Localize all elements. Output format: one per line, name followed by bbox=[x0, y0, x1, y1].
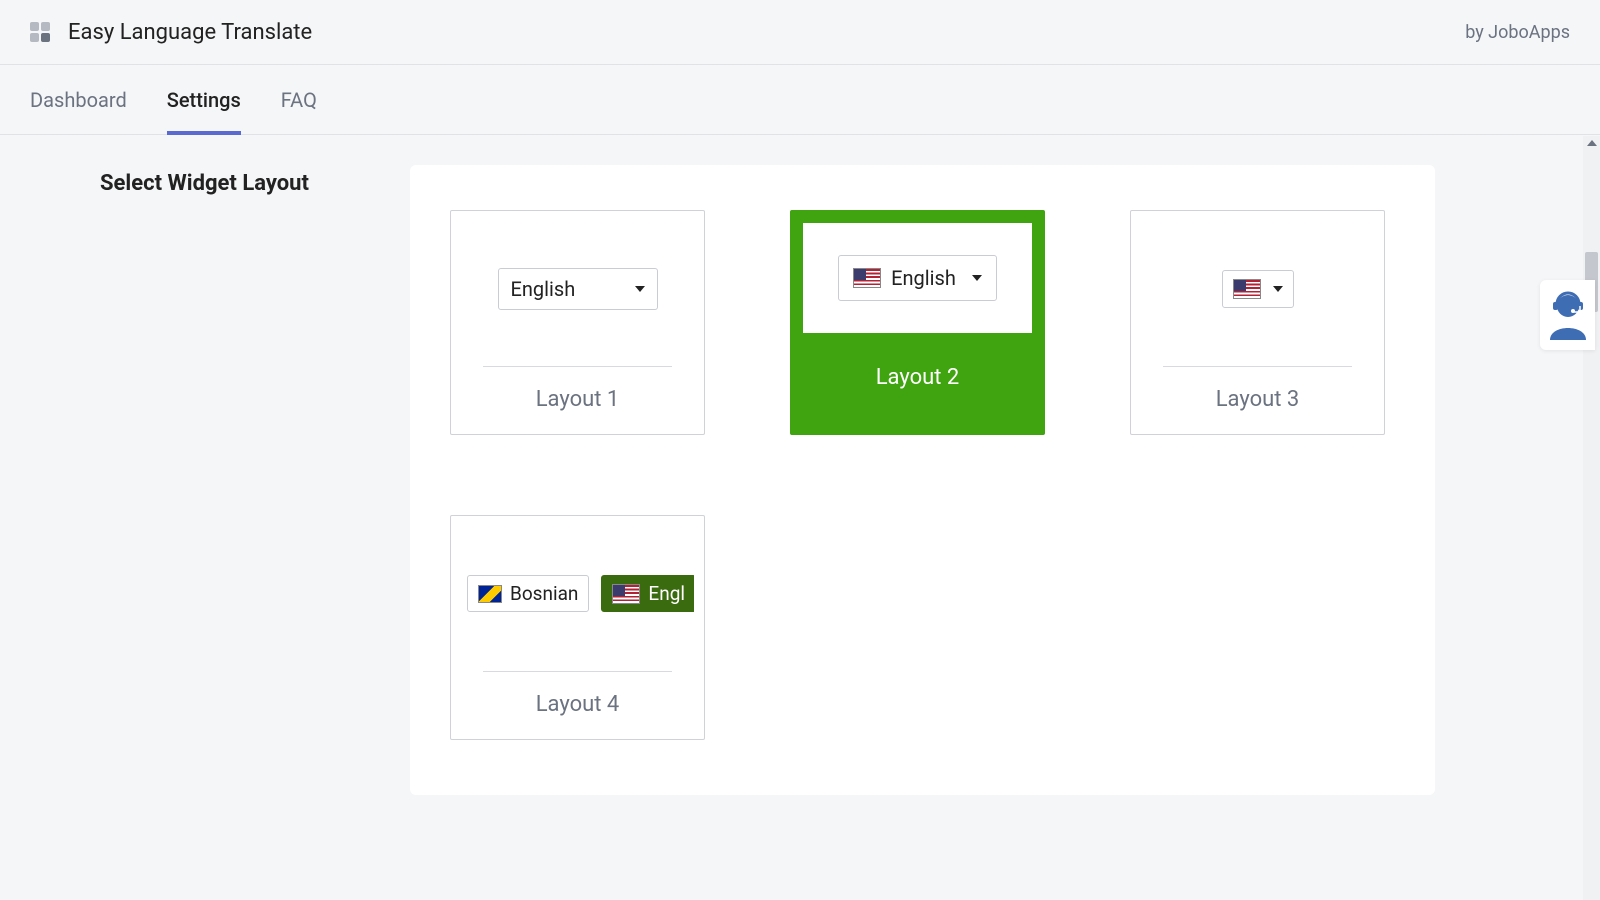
layout-preview-1: English bbox=[451, 211, 704, 366]
chevron-down-icon bbox=[635, 286, 645, 292]
app-title: Easy Language Translate bbox=[68, 20, 312, 45]
flag-us-icon bbox=[612, 584, 640, 604]
layout4-label: Layout 4 bbox=[536, 672, 620, 739]
chevron-down-icon bbox=[1273, 286, 1283, 292]
app-header: Easy Language Translate by JoboApps bbox=[0, 0, 1600, 65]
layout-card-3[interactable]: Layout 3 bbox=[1130, 210, 1385, 435]
content-area: Select Widget Layout English Layout 1 bbox=[0, 135, 1600, 825]
layout2-label: Layout 2 bbox=[876, 345, 960, 412]
header-left: Easy Language Translate bbox=[30, 20, 312, 45]
layout1-label: Layout 1 bbox=[536, 367, 620, 434]
chip-english-text: Engl bbox=[648, 582, 685, 605]
flag-us-icon bbox=[853, 268, 881, 288]
flag-us-icon bbox=[1233, 279, 1261, 299]
layout-grid: English Layout 1 English Layout 2 bbox=[450, 210, 1395, 740]
layout4-chip-bosnian: Bosnian bbox=[467, 575, 589, 612]
scroll-up-arrow-icon[interactable] bbox=[1587, 140, 1597, 146]
tab-dashboard[interactable]: Dashboard bbox=[30, 66, 127, 134]
section-title: Select Widget Layout bbox=[100, 165, 410, 795]
support-widget[interactable] bbox=[1540, 280, 1595, 350]
vendor-label: by JoboApps bbox=[1465, 22, 1570, 43]
layout2-dropdown-text: English bbox=[891, 266, 956, 290]
layout1-dropdown: English bbox=[498, 268, 658, 310]
scrollbar-track[interactable] bbox=[1583, 136, 1600, 900]
layout-card-4[interactable]: Bosnian Engl Layout 4 bbox=[450, 515, 705, 740]
chevron-down-icon bbox=[972, 275, 982, 281]
layout-card-1[interactable]: English Layout 1 bbox=[450, 210, 705, 435]
tab-faq[interactable]: FAQ bbox=[281, 66, 317, 134]
layout4-chip-english: Engl bbox=[601, 575, 694, 612]
layout-panel: English Layout 1 English Layout 2 bbox=[410, 165, 1435, 795]
layout4-chip-row: Bosnian Engl bbox=[461, 575, 694, 612]
layout3-dropdown bbox=[1222, 270, 1294, 308]
layout1-dropdown-text: English bbox=[511, 277, 576, 301]
layout-preview-4: Bosnian Engl bbox=[451, 516, 704, 671]
tab-settings[interactable]: Settings bbox=[167, 66, 241, 134]
flag-ba-icon bbox=[478, 585, 502, 603]
tab-bar: Dashboard Settings FAQ bbox=[0, 65, 1600, 135]
layout3-label: Layout 3 bbox=[1216, 367, 1300, 434]
chip-bosnian-text: Bosnian bbox=[510, 582, 578, 605]
layout-card-2[interactable]: English Layout 2 bbox=[790, 210, 1045, 435]
layout-preview-2: English bbox=[803, 223, 1032, 333]
layout2-dropdown: English bbox=[838, 255, 997, 301]
app-grid-icon[interactable] bbox=[30, 22, 50, 42]
support-agent-icon bbox=[1546, 290, 1590, 340]
layout-preview-3 bbox=[1131, 211, 1384, 366]
